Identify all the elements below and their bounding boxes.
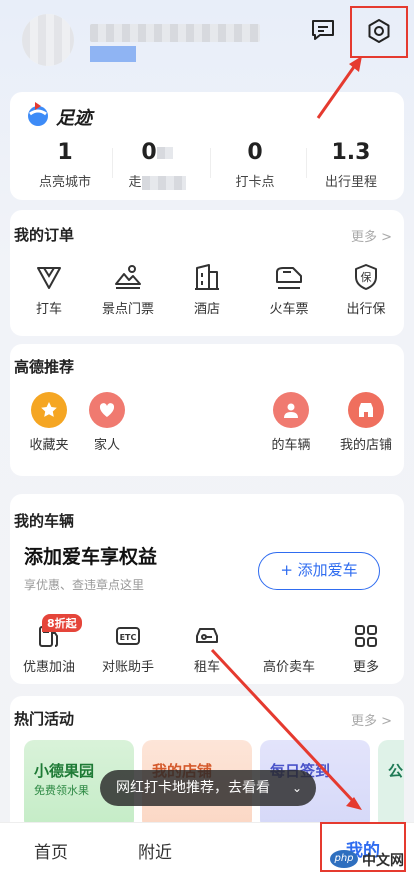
annotation-arrows: [210, 56, 362, 810]
arrow-to-mine-tab: [210, 648, 354, 802]
watermark-text: 中文网: [362, 853, 404, 869]
arrowhead-mine-tab: [346, 797, 362, 810]
watermark-logo: php: [330, 850, 358, 868]
arrow-to-settings: [316, 63, 358, 119]
